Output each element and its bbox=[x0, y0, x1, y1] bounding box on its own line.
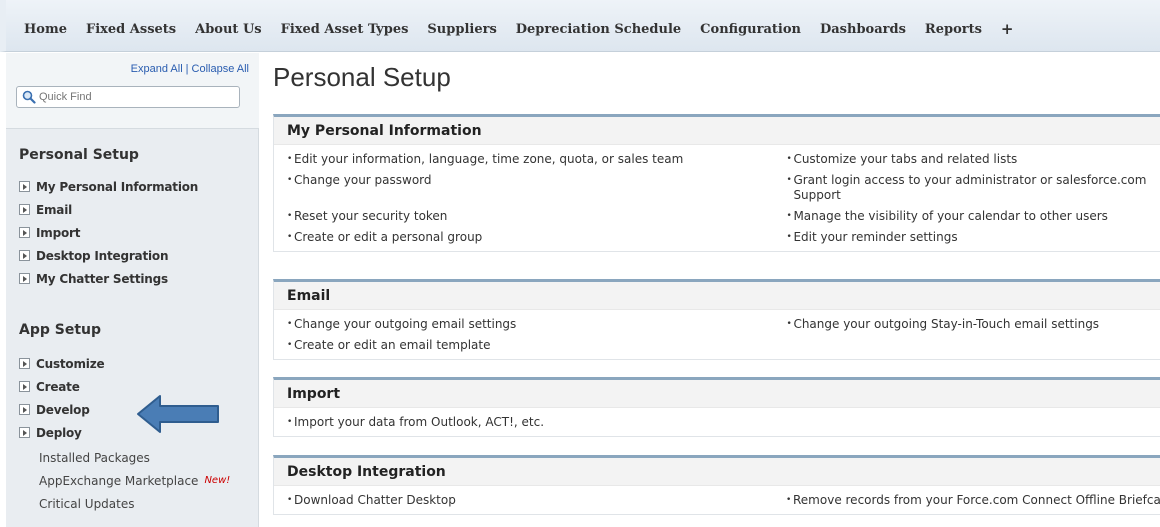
expand-icon[interactable] bbox=[19, 181, 30, 192]
new-badge: New! bbox=[204, 475, 231, 486]
link-grant-login-access[interactable]: Grant login access to your administrator… bbox=[773, 173, 1160, 203]
sidebar-item-create[interactable]: Create bbox=[19, 375, 104, 398]
expand-icon[interactable] bbox=[19, 204, 30, 215]
panel-title: Desktop Integration bbox=[274, 458, 1160, 486]
panel-row: Edit your information, language, time zo… bbox=[274, 152, 1160, 167]
link-create-personal-group[interactable]: Create or edit a personal group bbox=[274, 230, 773, 245]
panel-row: Change your outgoing email settings Chan… bbox=[274, 317, 1160, 332]
sidebar-item-label: Develop bbox=[36, 402, 90, 417]
panel-title: My Personal Information bbox=[274, 117, 1160, 145]
sidebar-item-label: My Chatter Settings bbox=[36, 271, 168, 286]
tab-list: Home Fixed Assets About Us Fixed Asset T… bbox=[24, 20, 1033, 38]
sidebar-item-label: Deploy bbox=[36, 425, 82, 440]
sidebar-item-critical-updates[interactable]: Critical Updates bbox=[39, 492, 230, 515]
panel-email: Email Change your outgoing email setting… bbox=[273, 279, 1160, 360]
link-edit-your-information[interactable]: Edit your information, language, time zo… bbox=[274, 152, 773, 167]
link-reset-security-token[interactable]: Reset your security token bbox=[274, 209, 773, 224]
panel-row: Import your data from Outlook, ACT!, etc… bbox=[274, 415, 1160, 430]
tab-dashboards[interactable]: Dashboards bbox=[820, 22, 906, 38]
empty-cell bbox=[773, 415, 1160, 430]
panel-title: Email bbox=[274, 282, 1160, 310]
sidebar-item-label: Import bbox=[36, 225, 81, 240]
expand-icon[interactable] bbox=[19, 381, 30, 392]
link-separator: | bbox=[185, 63, 189, 75]
left-arrow-icon bbox=[137, 395, 219, 433]
tab-suppliers[interactable]: Suppliers bbox=[427, 22, 496, 38]
sidebar-item-desktop-integration[interactable]: Desktop Integration bbox=[19, 244, 198, 267]
expand-icon[interactable] bbox=[19, 250, 30, 261]
sidebar-item-label: My Personal Information bbox=[36, 179, 199, 194]
sidebar-item-label: AppExchange Marketplace bbox=[39, 473, 199, 488]
sidebar-item-appexchange-marketplace[interactable]: AppExchange Marketplace New! bbox=[39, 469, 230, 492]
sidebar-item-label: Customize bbox=[36, 356, 105, 371]
sidebar-item-deploy[interactable]: Deploy bbox=[19, 421, 104, 444]
page-title: Personal Setup bbox=[273, 62, 451, 92]
sidebar-item-develop[interactable]: Develop bbox=[19, 398, 104, 421]
search-icon bbox=[22, 90, 36, 104]
tab-reports[interactable]: Reports bbox=[925, 22, 982, 38]
panel-row: Reset your security token Manage the vis… bbox=[274, 209, 1160, 224]
link-remove-offline-records[interactable]: Remove records from your Force.com Conne… bbox=[773, 493, 1160, 508]
panel-body: Download Chatter Desktop Remove records … bbox=[274, 486, 1160, 515]
link-create-email-template[interactable]: Create or edit an email template bbox=[274, 338, 773, 353]
tab-fixed-assets[interactable]: Fixed Assets bbox=[86, 22, 176, 38]
panel-body: Change your outgoing email settings Chan… bbox=[274, 310, 1160, 360]
quick-find-box[interactable] bbox=[16, 86, 240, 108]
sidebar-item-installed-packages[interactable]: Installed Packages bbox=[39, 446, 230, 469]
expand-icon[interactable] bbox=[19, 273, 30, 284]
top-tab-bar: Home Fixed Assets About Us Fixed Asset T… bbox=[0, 0, 1160, 52]
quick-find-input[interactable] bbox=[39, 89, 235, 105]
link-stay-in-touch-settings[interactable]: Change your outgoing Stay-in-Touch email… bbox=[773, 317, 1160, 332]
sidebar-item-email[interactable]: Email bbox=[19, 198, 198, 221]
sidebar-item-my-personal-information[interactable]: My Personal Information bbox=[19, 175, 198, 198]
sidebar-item-my-chatter-settings[interactable]: My Chatter Settings bbox=[19, 267, 198, 290]
panel-body: Edit your information, language, time zo… bbox=[274, 145, 1160, 252]
app-setup-heading: App Setup bbox=[19, 322, 102, 338]
expand-icon[interactable] bbox=[19, 427, 30, 438]
expand-collapse-links: Expand All | Collapse All bbox=[131, 63, 249, 75]
panel-desktop-integration: Desktop Integration Download Chatter Des… bbox=[273, 455, 1160, 515]
panel-my-personal-information: My Personal Information Edit your inform… bbox=[273, 114, 1160, 252]
sidebar-item-import[interactable]: Import bbox=[19, 221, 198, 244]
link-download-chatter-desktop[interactable]: Download Chatter Desktop bbox=[274, 493, 773, 508]
collapse-all-link[interactable]: Collapse All bbox=[192, 63, 249, 75]
app-setup-list: Customize Create Develop Deploy bbox=[19, 352, 105, 444]
expand-icon[interactable] bbox=[19, 404, 30, 415]
tab-depreciation-schedule[interactable]: Depreciation Schedule bbox=[516, 22, 681, 38]
panel-import: Import Import your data from Outlook, AC… bbox=[273, 377, 1160, 437]
sidebar-item-label: Create bbox=[36, 379, 80, 394]
link-manage-calendar-visibility[interactable]: Manage the visibility of your calendar t… bbox=[773, 209, 1160, 224]
panel-body: Import your data from Outlook, ACT!, etc… bbox=[274, 408, 1160, 437]
link-change-outgoing-email-settings[interactable]: Change your outgoing email settings bbox=[274, 317, 773, 332]
expand-icon[interactable] bbox=[19, 358, 30, 369]
tab-configuration[interactable]: Configuration bbox=[700, 22, 801, 38]
tab-home[interactable]: Home bbox=[24, 22, 67, 38]
tab-about-us[interactable]: About Us bbox=[195, 22, 262, 38]
tab-fixed-asset-types[interactable]: Fixed Asset Types bbox=[281, 22, 409, 38]
expand-icon[interactable] bbox=[19, 227, 30, 238]
panel-row: Download Chatter Desktop Remove records … bbox=[274, 493, 1160, 508]
panel-row: Change your password Grant login access … bbox=[274, 173, 1160, 203]
personal-setup-list: My Personal Information Email Import Des… bbox=[19, 175, 198, 290]
panel-row: Create or edit a personal group Edit you… bbox=[274, 230, 1160, 245]
empty-cell bbox=[773, 338, 1160, 353]
link-customize-tabs[interactable]: Customize your tabs and related lists bbox=[773, 152, 1160, 167]
sidebar-item-label: Email bbox=[36, 202, 73, 217]
app-setup-links: Installed Packages AppExchange Marketpla… bbox=[39, 446, 230, 515]
panel-row: Create or edit an email template bbox=[274, 338, 1160, 353]
link-import-your-data[interactable]: Import your data from Outlook, ACT!, etc… bbox=[274, 415, 773, 430]
link-change-password[interactable]: Change your password bbox=[274, 173, 773, 203]
panel-title: Import bbox=[274, 380, 1160, 408]
quick-find-area: Expand All | Collapse All bbox=[6, 53, 259, 129]
sidebar-item-customize[interactable]: Customize bbox=[19, 352, 105, 375]
link-edit-reminder-settings[interactable]: Edit your reminder settings bbox=[773, 230, 1160, 245]
personal-setup-heading: Personal Setup bbox=[19, 147, 139, 163]
expand-all-link[interactable]: Expand All bbox=[131, 63, 183, 75]
all-tabs-plus-icon[interactable]: + bbox=[1001, 20, 1014, 38]
setup-sidebar: Expand All|Collapse All Personal Setup M… bbox=[6, 53, 259, 527]
sidebar-item-label: Desktop Integration bbox=[36, 248, 169, 263]
